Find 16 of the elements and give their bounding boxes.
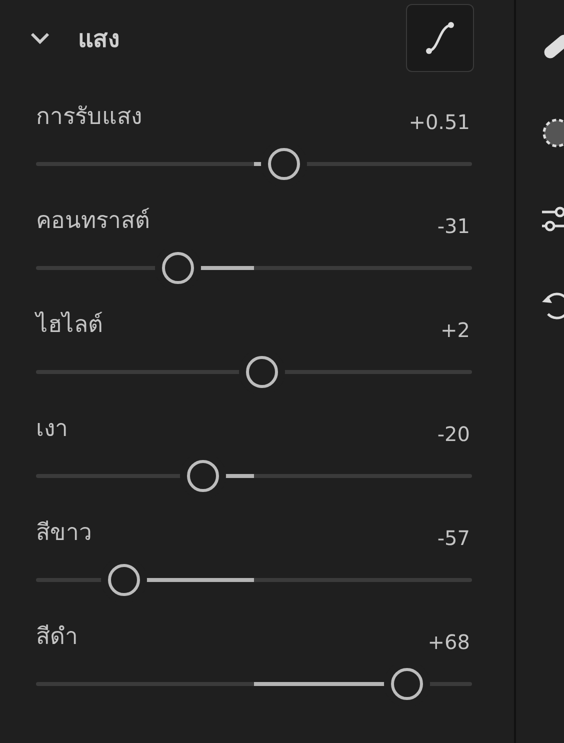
slider-label: สีขาว xyxy=(36,519,92,548)
slider-value: -20 xyxy=(437,422,470,446)
slider-label: การรับแสง xyxy=(36,103,142,132)
curve-icon xyxy=(425,21,455,55)
slider-label: ไฮไลต์ xyxy=(36,310,103,340)
slider-label: เงา xyxy=(36,415,68,444)
slider-value: -31 xyxy=(437,214,470,238)
slider-label: คอนทราสต์ xyxy=(36,206,150,236)
slider-value: +2 xyxy=(440,318,470,342)
section-title: แสง xyxy=(78,24,120,54)
slider-value: +0.51 xyxy=(408,110,470,134)
chevron-icon[interactable] xyxy=(30,31,50,45)
curve-button[interactable] xyxy=(406,4,474,72)
slider-value: +68 xyxy=(428,630,470,654)
slider-label: สีดำ xyxy=(36,623,78,652)
slider-value: -57 xyxy=(437,526,470,550)
